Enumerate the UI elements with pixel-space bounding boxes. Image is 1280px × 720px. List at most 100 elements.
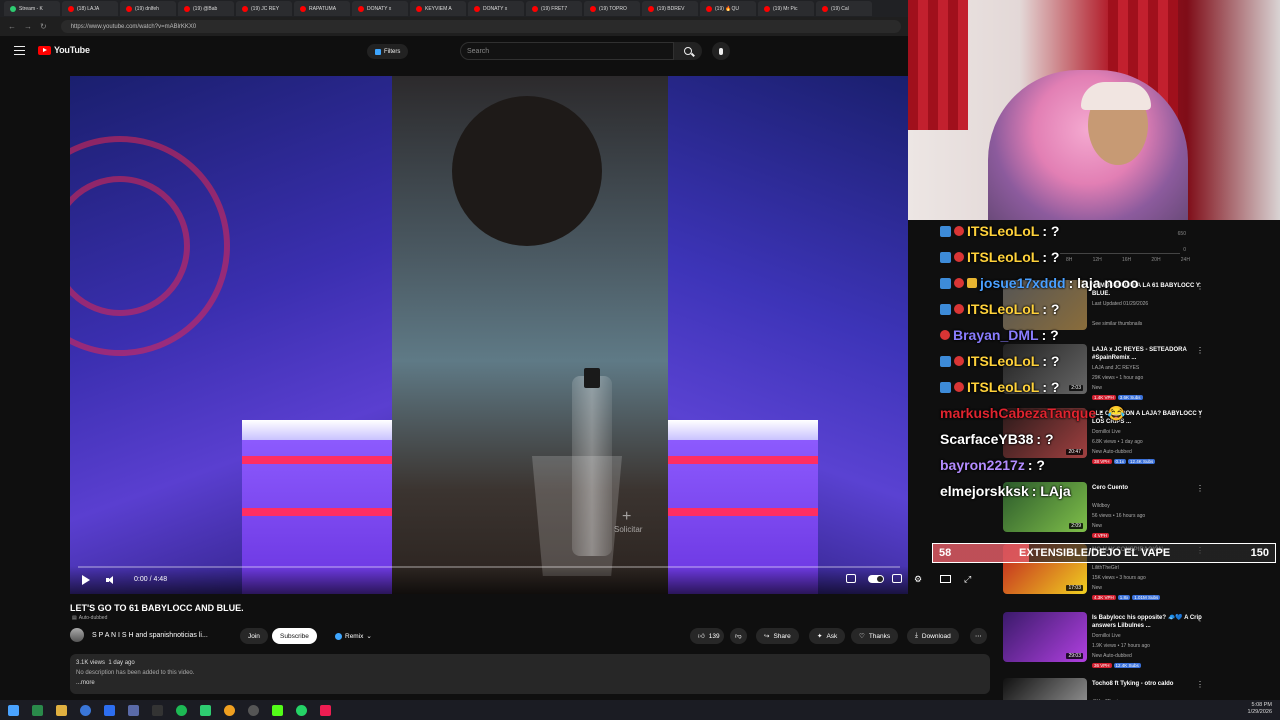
hamburger-menu-icon[interactable]	[14, 46, 25, 55]
download-icon: ⤓	[915, 632, 918, 639]
browser-tab[interactable]: (18) LAJA	[62, 1, 118, 16]
chat-message: ITSLeoLoL : ?	[940, 374, 1160, 400]
more-options-icon[interactable]: ⋮	[1196, 282, 1204, 291]
progress-bar[interactable]	[78, 566, 900, 568]
tab-label: KEYVIEM A	[425, 5, 452, 12]
folder-icon[interactable]	[56, 704, 67, 716]
video-thumbnail[interactable]: 29:03	[1003, 612, 1087, 662]
spotify-icon[interactable]	[176, 704, 187, 716]
plastic-cup	[532, 456, 622, 576]
app-icon[interactable]	[152, 704, 163, 716]
play-icon[interactable]	[82, 575, 90, 585]
forward-icon[interactable]: →	[24, 22, 32, 31]
chat-message: ITSLeoLoL : ?	[940, 348, 1160, 374]
ask-label: Ask	[826, 632, 838, 640]
browser-tab[interactable]: DONATY x	[352, 1, 408, 16]
moderator-badge-icon	[940, 355, 951, 367]
auto-dubbed-label: ▤ Auto-dubbed	[72, 615, 107, 621]
more-actions-button[interactable]: ⋯	[970, 628, 987, 644]
miniplayer-icon[interactable]	[846, 574, 856, 583]
autoplay-toggle[interactable]	[868, 575, 884, 583]
recommended-video[interactable]: 29:03 Is Babylocc his opposite? 🧢💙 A Crip…	[1000, 612, 1280, 678]
browser-tab[interactable]: (19) Cal	[816, 1, 872, 16]
download-button[interactable]: ⤓ Download	[907, 628, 959, 644]
tab-label: Stream - K	[19, 5, 43, 12]
system-clock[interactable]: 5:08 PM 1/29/2026	[1248, 702, 1272, 716]
share-button[interactable]: ↪ Share	[756, 628, 799, 644]
remix-label: Remix	[345, 632, 364, 640]
like-button[interactable]: 👍︎ 139	[690, 628, 724, 644]
app-icon[interactable]	[200, 704, 211, 716]
theater-mode-icon[interactable]	[940, 575, 951, 583]
subscribe-button[interactable]: Subscribe	[272, 628, 317, 644]
youtube-logo[interactable]: YouTube	[38, 45, 90, 55]
dislike-button[interactable]: 👎︎	[730, 628, 747, 644]
reload-icon[interactable]: ↻	[40, 22, 47, 31]
browser-tab[interactable]: (19) BDREV	[642, 1, 698, 16]
channel-name[interactable]: S P A N I S H and spanishnoticias li...	[92, 632, 208, 639]
app-icon[interactable]	[32, 704, 43, 716]
video-player[interactable]: + Solicitar 0:00 / 4:48	[70, 76, 908, 594]
more-options-icon[interactable]: ⋮	[1196, 680, 1204, 689]
volume-icon[interactable]	[106, 575, 116, 585]
browser-tab[interactable]: (19) @Bab	[178, 1, 234, 16]
browser-tab[interactable]: (19) FRET7	[526, 1, 582, 16]
chat-text: : ?	[1027, 457, 1045, 473]
tiktok-icon[interactable]	[320, 704, 331, 716]
search-button[interactable]	[674, 42, 702, 60]
subscriber-badge-icon	[954, 226, 964, 236]
recommended-title[interactable]: Is Babylocc his opposite? 🧢💙 A Crip answ…	[1092, 614, 1212, 630]
chat-overlay: ITSLeoLoL : ? ITSLeoLoL : ? josue17xddd : …	[940, 218, 1160, 504]
video-duration: 17:03	[1066, 585, 1083, 591]
description-box[interactable]: 3.1K views 1 day ago No description has …	[70, 654, 990, 694]
obs-icon[interactable]	[248, 704, 259, 716]
browser-tab[interactable]: DONATY x	[468, 1, 524, 16]
thanks-button[interactable]: ♡ Thanks	[851, 628, 899, 644]
chat-username: elmejorskksk	[940, 483, 1029, 499]
more-link[interactable]: ...more	[76, 678, 984, 688]
app-icon[interactable]	[104, 704, 115, 716]
channel-avatar[interactable]	[70, 628, 84, 642]
recommended-title[interactable]: Tocho8 ft Tyking - otro caldo	[1092, 680, 1212, 688]
chat-username: ScarfaceYB38	[940, 431, 1034, 447]
fullscreen-icon[interactable]: ⤢	[964, 574, 971, 585]
voice-search-button[interactable]	[712, 42, 730, 60]
tab-favicon-icon	[474, 5, 480, 12]
stats-chips: 4.3K VPH 1.8x 1.01M Subs	[1092, 595, 1162, 601]
news-desk-stripe	[242, 456, 392, 464]
browser-icon[interactable]	[80, 704, 91, 716]
more-options-icon[interactable]: ⋮	[1196, 410, 1204, 419]
chart-y-zero: 0	[1183, 247, 1186, 253]
url-field[interactable]: https://www.youtube.com/watch?v=mABlrKKX…	[60, 20, 901, 33]
chevron-down-icon: ⌄	[366, 633, 372, 640]
ask-button[interactable]: ✦ Ask	[809, 628, 846, 644]
browser-tab[interactable]: (19) TOPRO	[584, 1, 640, 16]
browser-tab[interactable]: KEYVIEM A	[410, 1, 466, 16]
browser-tab[interactable]: (19) 🔥QU	[700, 1, 756, 16]
browser-tab[interactable]: Stream - K	[4, 1, 60, 16]
remix-button[interactable]: Remix ⌄	[327, 628, 380, 644]
browser-tab[interactable]: RAPATUMA	[294, 1, 350, 16]
captions-icon[interactable]	[892, 574, 902, 583]
chat-text: : LAja	[1031, 483, 1071, 499]
browser-tab[interactable]: (19) JC REY	[236, 1, 292, 16]
more-options-icon[interactable]: ⋮	[1196, 484, 1204, 493]
back-icon[interactable]: ←	[8, 22, 16, 31]
filters-button[interactable]: Filters	[367, 44, 409, 59]
kick-icon[interactable]	[272, 704, 283, 716]
tab-label: (18) LAJA	[77, 5, 100, 12]
browser-tab[interactable]: (19) dnlfeh	[120, 1, 176, 16]
join-button[interactable]: Join	[240, 628, 268, 644]
browser-tab[interactable]: (19) Mr Pic	[758, 1, 814, 16]
tab-favicon-icon	[126, 5, 132, 12]
whatsapp-icon[interactable]	[296, 704, 307, 716]
more-options-icon[interactable]: ⋮	[1196, 346, 1204, 355]
tab-label: (19) BDREV	[657, 5, 685, 12]
search-input[interactable]: Search	[460, 42, 674, 60]
chrome-icon[interactable]	[224, 704, 235, 716]
more-options-icon[interactable]: ⋮	[1196, 614, 1204, 623]
start-icon[interactable]	[8, 704, 19, 716]
video-title: LET'S GO TO 61 BABYLOCC AND BLUE.	[70, 603, 244, 613]
steam-icon[interactable]	[128, 704, 139, 716]
settings-icon[interactable]: ⚙	[914, 574, 922, 585]
